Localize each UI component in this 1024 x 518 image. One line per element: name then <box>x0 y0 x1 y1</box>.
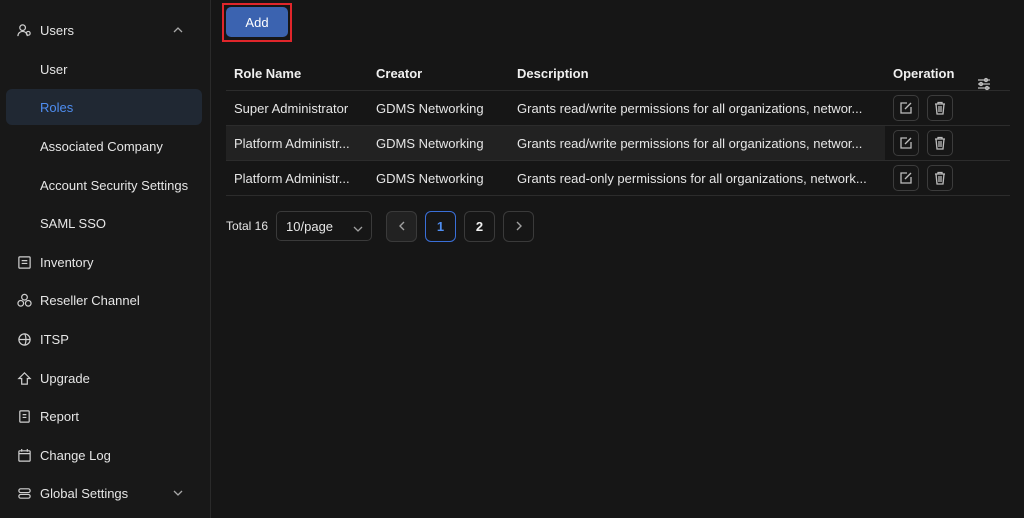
trash-icon <box>935 101 945 115</box>
nav-global-settings-label: Global Settings <box>40 485 129 501</box>
total-count: Total 16 <box>226 219 269 233</box>
header-operation-label: Operation <box>893 65 955 81</box>
nav-inventory[interactable]: Inventory <box>6 244 202 280</box>
chevron-right-icon <box>516 221 522 231</box>
nav-user[interactable]: User <box>6 51 202 87</box>
trash-icon <box>935 136 945 150</box>
nav-roles-label: Roles <box>40 99 74 115</box>
nav-upgrade-label: Upgrade <box>40 370 90 386</box>
nav-upgrade[interactable]: Upgrade <box>6 360 202 396</box>
roles-table: Role Name Creator Description Operation … <box>226 56 1010 196</box>
nav-associated-company-label: Associated Company <box>40 138 163 154</box>
nav-report[interactable]: Report <box>6 398 202 434</box>
nav-saml-sso[interactable]: SAML SSO <box>6 205 202 241</box>
edit-button[interactable] <box>893 165 919 191</box>
page-button-2[interactable]: 2 <box>464 210 496 242</box>
column-settings-icon[interactable] <box>976 76 992 92</box>
nav-associated-company[interactable]: Associated Company <box>6 128 202 164</box>
header-operation: Operation <box>885 65 1010 90</box>
delete-button[interactable] <box>927 130 953 156</box>
prev-page-button[interactable] <box>386 210 418 242</box>
sidebar: Users User Roles Associated Company Acco… <box>0 0 211 518</box>
page-button-1[interactable]: 1 <box>425 210 457 242</box>
main-content: Add Role Name Creator Description Operat… <box>212 0 1024 518</box>
cell-description: Grants read/write permissions for all or… <box>509 101 885 116</box>
cell-description-text: Grants read-only permissions for all org… <box>517 170 867 186</box>
nav-user-label: User <box>40 61 68 77</box>
add-button[interactable]: Add <box>226 7 288 37</box>
users-icon <box>16 22 32 38</box>
delete-button[interactable] <box>927 95 953 121</box>
cell-description: Grants read/write permissions for all or… <box>509 136 885 151</box>
next-page-button[interactable] <box>503 210 535 242</box>
nav-reseller-label: Reseller Channel <box>40 292 140 308</box>
changelog-icon <box>16 447 32 463</box>
header-description: Description <box>517 65 589 81</box>
nav-saml-sso-label: SAML SSO <box>40 215 106 231</box>
nav-roles[interactable]: Roles <box>6 89 202 125</box>
table-header: Role Name Creator Description Operation <box>226 56 1010 91</box>
nav-change-log-label: Change Log <box>40 447 111 463</box>
nav-global-settings[interactable]: Global Settings <box>6 475 202 511</box>
table-row[interactable]: Platform Administr... GDMS Networking Gr… <box>226 161 1010 196</box>
delete-button[interactable] <box>927 165 953 191</box>
edit-button[interactable] <box>893 130 919 156</box>
nav-account-security-label: Account Security Settings <box>40 177 189 193</box>
cell-description-text: Grants read/write permissions for all or… <box>517 135 863 151</box>
edit-icon <box>900 137 912 149</box>
table-row[interactable]: Super Administrator GDMS Networking Gran… <box>226 91 1010 126</box>
trash-icon <box>935 171 945 185</box>
table-row[interactable]: Platform Administr... GDMS Networking Gr… <box>226 126 1010 161</box>
page-size-value: 10/page <box>286 218 334 234</box>
global-settings-icon <box>16 485 32 501</box>
cell-creator: GDMS Networking <box>376 100 484 116</box>
chevron-down-icon <box>353 222 363 232</box>
edit-button[interactable] <box>893 95 919 121</box>
nav-users[interactable]: Users <box>6 12 202 48</box>
nav-itsp[interactable]: ITSP <box>6 321 202 357</box>
pagination: Total 16 10/page 1 2 <box>226 210 535 242</box>
report-icon <box>16 408 32 424</box>
nav-users-label: Users <box>40 22 74 38</box>
cell-role-name: Platform Administr... <box>234 170 350 186</box>
chevron-down-icon[interactable] <box>172 487 184 499</box>
reseller-icon <box>16 292 32 308</box>
upgrade-icon <box>16 370 32 386</box>
edit-icon <box>900 102 912 114</box>
cell-operation <box>885 126 1010 160</box>
chevron-up-icon[interactable] <box>172 24 184 36</box>
cell-role-name: Platform Administr... <box>234 135 350 151</box>
edit-icon <box>900 172 912 184</box>
nav-itsp-label: ITSP <box>40 331 69 347</box>
header-role-name: Role Name <box>234 65 302 81</box>
chevron-left-icon <box>398 221 405 231</box>
nav-account-security-settings[interactable]: Account Security Settings <box>6 167 202 203</box>
cell-role-name: Super Administrator <box>234 100 349 116</box>
nav-reseller-channel[interactable]: Reseller Channel <box>6 282 202 318</box>
header-creator: Creator <box>376 65 423 81</box>
nav-report-label: Report <box>40 408 80 424</box>
cell-creator: GDMS Networking <box>376 170 484 186</box>
page-size-select[interactable]: 10/page <box>276 211 373 241</box>
cell-description-text: Grants read/write permissions for all or… <box>517 100 863 116</box>
cell-operation <box>885 91 1010 125</box>
nav-inventory-label: Inventory <box>40 254 94 270</box>
cell-description: Grants read-only permissions for all org… <box>509 171 885 186</box>
cell-operation <box>885 161 1010 195</box>
itsp-icon <box>16 331 32 347</box>
inventory-icon <box>16 254 32 270</box>
nav-change-log[interactable]: Change Log <box>6 437 202 473</box>
cell-creator: GDMS Networking <box>376 135 484 151</box>
